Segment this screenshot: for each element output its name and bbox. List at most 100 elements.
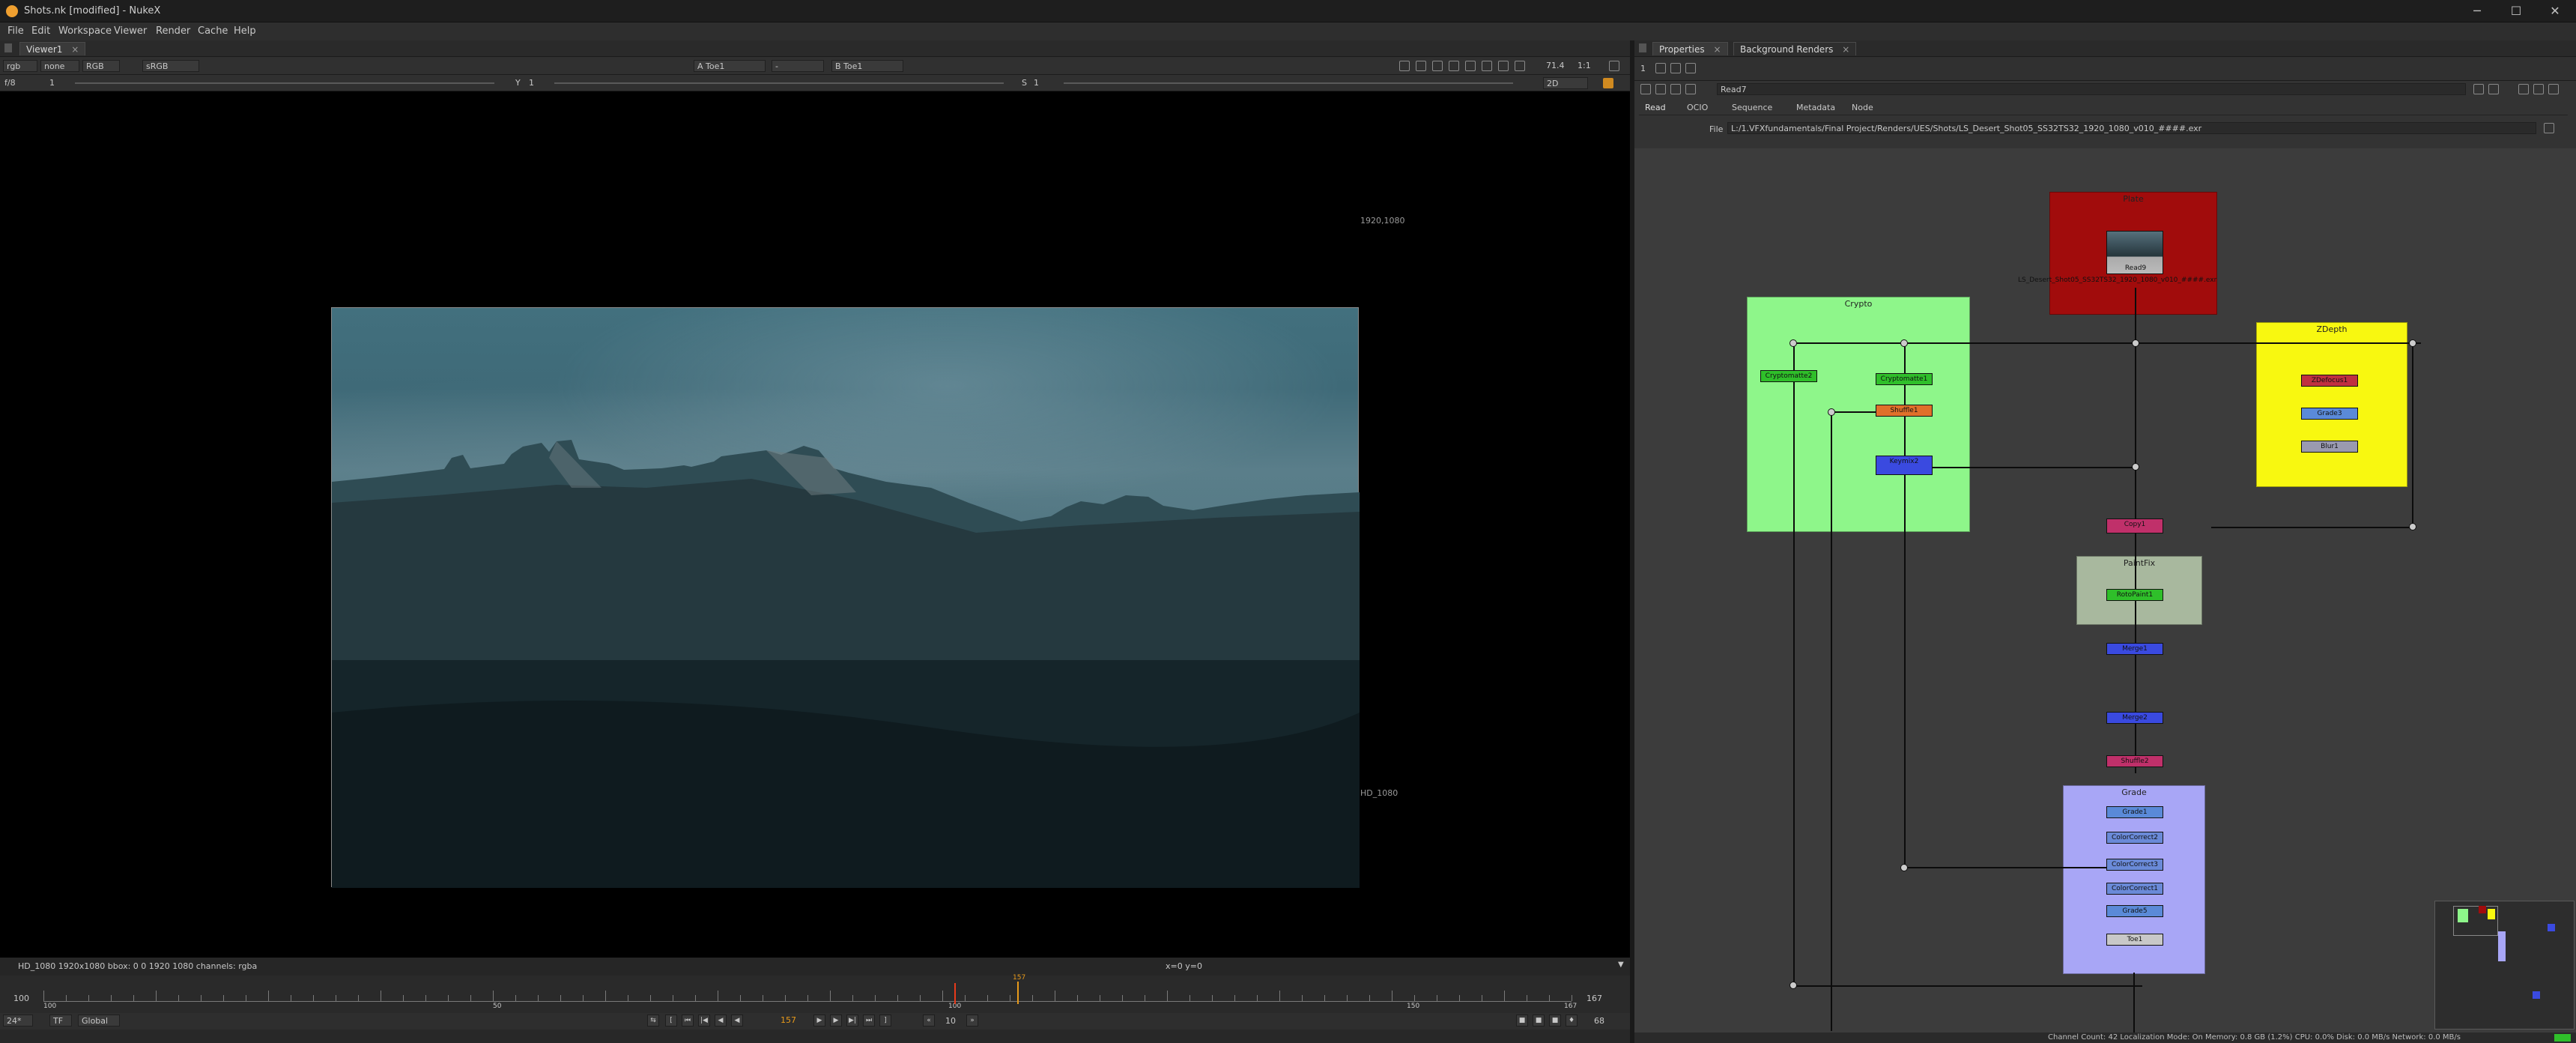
timeline[interactable]: 100 100 50 100 150 167 167 157 bbox=[0, 974, 1630, 1013]
next-frame-button[interactable]: ▶ bbox=[830, 1015, 842, 1027]
settings-icon[interactable] bbox=[1609, 61, 1619, 71]
proxy-value[interactable]: 1:1 bbox=[1578, 61, 1591, 70]
gamma-value[interactable]: 1 bbox=[529, 78, 534, 88]
scope-dropdown[interactable]: Global bbox=[78, 1015, 120, 1027]
dot-zdepth[interactable] bbox=[2409, 339, 2416, 347]
viewer-info-toggle-icon[interactable]: ▼ bbox=[1618, 961, 1624, 969]
zoom-value[interactable]: 71.4 bbox=[1546, 61, 1565, 70]
clip-icon[interactable] bbox=[1449, 61, 1459, 71]
node-tab-read[interactable]: Read bbox=[1645, 103, 1666, 112]
node-blur1[interactable]: Blur1 bbox=[2301, 441, 2358, 453]
node-name-field[interactable]: Read7 bbox=[1717, 83, 2466, 95]
node-grade3[interactable]: Grade3 bbox=[2301, 408, 2358, 420]
prev-keyframe-button[interactable]: |◀ bbox=[698, 1015, 710, 1027]
file-path-field[interactable]: L:/1.VFXfundamentals/Final Project/Rende… bbox=[1727, 122, 2536, 134]
undo-icon[interactable] bbox=[2473, 84, 2484, 94]
maximize-button[interactable]: ☐ bbox=[2497, 0, 2535, 22]
rgb-mode-dropdown[interactable]: RGB bbox=[82, 60, 120, 72]
help-icon[interactable] bbox=[2518, 84, 2529, 94]
folder-icon[interactable] bbox=[2544, 123, 2554, 133]
first-frame-button[interactable]: ⏮ bbox=[682, 1015, 694, 1027]
dot-crypto-left[interactable] bbox=[1789, 339, 1797, 347]
timeline-start[interactable]: 100 bbox=[13, 994, 29, 1003]
input-icon[interactable] bbox=[1670, 84, 1681, 94]
proxy-button[interactable]: ■ bbox=[1533, 1015, 1545, 1027]
backdrop-zdepth[interactable]: ZDepth bbox=[2256, 322, 2407, 487]
float-icon[interactable] bbox=[2533, 84, 2544, 94]
node-shuffle2[interactable]: Shuffle2 bbox=[2106, 755, 2163, 767]
node-cryptomatte1[interactable]: Cryptomatte1 bbox=[1876, 373, 1933, 385]
dot-zdepth-out[interactable] bbox=[2409, 523, 2416, 530]
lock-panel-icon[interactable] bbox=[1655, 63, 1666, 73]
dot-merge[interactable] bbox=[1900, 864, 1908, 871]
in-point-marker[interactable] bbox=[954, 983, 956, 1004]
roi-icon[interactable] bbox=[1399, 61, 1410, 71]
saturation-slider[interactable] bbox=[1064, 82, 1513, 84]
dot-keymix[interactable] bbox=[2132, 463, 2139, 471]
dot-main[interactable] bbox=[2132, 339, 2139, 347]
pause-icon[interactable] bbox=[1498, 61, 1509, 71]
fstop-label[interactable]: f/8 bbox=[4, 78, 16, 88]
input-b-dropdown[interactable]: B Toe1 bbox=[831, 60, 903, 72]
menu-cache[interactable]: Cache bbox=[198, 25, 228, 37]
node-rotopaint1[interactable]: RotoPaint1 bbox=[2106, 589, 2163, 601]
out-point-button[interactable]: ] bbox=[879, 1015, 891, 1027]
node-merge1[interactable]: Merge1 bbox=[2106, 643, 2163, 655]
node-colorcorrect2[interactable]: ColorCorrect2 bbox=[2106, 832, 2163, 844]
end-frame-field[interactable]: 68 bbox=[1594, 1016, 1604, 1026]
tab-close-icon[interactable]: × bbox=[71, 44, 79, 55]
realtime-button[interactable]: ♦ bbox=[1566, 1015, 1578, 1027]
alpha-dropdown[interactable]: none bbox=[40, 60, 79, 72]
node-colorcorrect3[interactable]: ColorCorrect3 bbox=[2106, 859, 2163, 871]
redo-icon[interactable] bbox=[2488, 84, 2499, 94]
view-mode-dropdown[interactable]: 2D bbox=[1543, 77, 1588, 89]
lut-dropdown[interactable]: sRGB bbox=[142, 60, 199, 72]
step-forward-button[interactable]: » bbox=[966, 1015, 978, 1027]
menu-help[interactable]: Help bbox=[234, 25, 256, 37]
saturation-value[interactable]: 1 bbox=[1034, 78, 1039, 88]
wipe-dropdown[interactable]: - bbox=[772, 60, 824, 72]
node-tab-sequence[interactable]: Sequence bbox=[1732, 103, 1772, 112]
max-panels-field[interactable]: 1 bbox=[1640, 64, 1646, 73]
gamma-slider[interactable] bbox=[554, 82, 1004, 84]
center-node-icon[interactable] bbox=[1655, 84, 1666, 94]
menu-workspace[interactable]: Workspace bbox=[58, 25, 112, 37]
viewer-canvas[interactable]: 1920,1080 HD_1080 bbox=[0, 91, 1630, 958]
current-frame-field[interactable]: 157 bbox=[781, 1015, 796, 1025]
layout-icon[interactable] bbox=[1515, 61, 1525, 71]
frame-increment-field[interactable]: 10 bbox=[945, 1016, 956, 1026]
menu-render[interactable]: Render bbox=[156, 25, 190, 37]
node-toe1[interactable]: Toe1 bbox=[2106, 934, 2163, 946]
pane-menu-icon[interactable] bbox=[1639, 43, 1646, 52]
edit-icon[interactable] bbox=[1685, 63, 1696, 73]
node-keymix2[interactable]: Keymix2 bbox=[1876, 456, 1933, 475]
gain-slider[interactable] bbox=[75, 82, 494, 84]
next-keyframe-button[interactable]: ▶| bbox=[846, 1015, 858, 1027]
node-grade1[interactable]: Grade1 bbox=[2106, 806, 2163, 818]
node-cryptomatte2[interactable]: Cryptomatte2 bbox=[1760, 370, 1817, 382]
node-graph[interactable]: Plate Crypto ZDepth PaintFix Grade Read9… bbox=[1634, 148, 2576, 1033]
tab-close-icon[interactable]: × bbox=[1713, 44, 1721, 55]
node-copy1[interactable]: Copy1 bbox=[2106, 519, 2163, 533]
channels-dropdown[interactable]: rgb bbox=[3, 60, 37, 72]
node-color-icon[interactable] bbox=[1685, 84, 1696, 94]
fps-dropdown[interactable]: 24* bbox=[3, 1015, 33, 1027]
dot-crypto-right[interactable] bbox=[1900, 339, 1908, 347]
node-tab-ocio[interactable]: OCIO bbox=[1687, 103, 1708, 112]
refresh-icon[interactable] bbox=[1482, 61, 1492, 71]
close-panel-icon[interactable] bbox=[2548, 84, 2559, 94]
tab-background-renders[interactable]: Background Renders × bbox=[1733, 42, 1857, 55]
play-forward-button[interactable]: ▶ bbox=[813, 1015, 825, 1027]
play-backward-button[interactable]: ◀ bbox=[731, 1015, 743, 1027]
menu-viewer[interactable]: Viewer bbox=[114, 25, 147, 37]
tf-dropdown[interactable]: TF bbox=[49, 1015, 72, 1027]
input-a-dropdown[interactable]: A Toe1 bbox=[694, 60, 766, 72]
tab-close-icon[interactable]: × bbox=[1842, 44, 1849, 55]
menu-edit[interactable]: Edit bbox=[31, 25, 50, 37]
lock-button[interactable]: ■ bbox=[1549, 1015, 1561, 1027]
paint-icon[interactable] bbox=[1603, 78, 1613, 88]
node-tab-metadata[interactable]: Metadata bbox=[1796, 103, 1835, 112]
overlay-icon[interactable] bbox=[1416, 61, 1426, 71]
tab-viewer1[interactable]: Viewer1 × bbox=[19, 42, 86, 55]
node-graph-minimap[interactable] bbox=[2434, 901, 2575, 1030]
